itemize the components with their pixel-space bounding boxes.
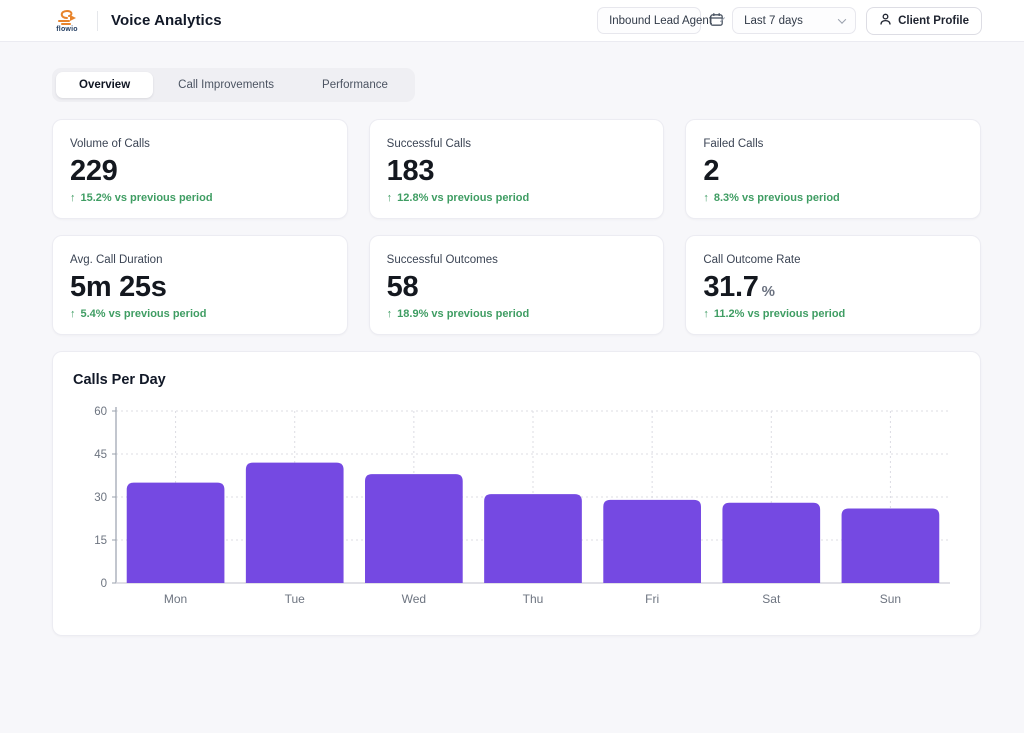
bar-Sat xyxy=(722,503,820,583)
stat-value: 58 xyxy=(387,271,647,304)
trend-up-icon: ↑ xyxy=(70,192,76,204)
top-bar: flowio Voice Analytics Inbound Lead Agen… xyxy=(0,0,1024,42)
bar-Fri xyxy=(603,500,701,583)
y-tick-label: 60 xyxy=(94,406,107,418)
tab-call-improvements[interactable]: Call Improvements xyxy=(155,72,297,98)
stat-trend: ↑15.2% vs previous period xyxy=(70,192,330,204)
calendar-button[interactable] xyxy=(701,12,732,30)
stat-label: Call Outcome Rate xyxy=(703,254,963,266)
percent-unit: % xyxy=(762,283,775,300)
calls-per-day-chart: 0 15 30 45 60 Mon Tue Wed Thu Fri Sat Sun xyxy=(69,402,964,617)
trend-up-icon: ↑ xyxy=(703,192,709,204)
page-title: Voice Analytics xyxy=(111,12,222,29)
stat-card-successful-calls: Successful Calls 183 ↑12.8% vs previous … xyxy=(369,119,665,219)
stat-value: 183 xyxy=(387,155,647,188)
stat-value: 31.7% xyxy=(703,271,963,304)
stat-value: 229 xyxy=(70,155,330,188)
date-range-value: Last 7 days xyxy=(744,15,803,27)
stat-card-call-outcome-rate: Call Outcome Rate 31.7% ↑11.2% vs previo… xyxy=(685,235,981,335)
stat-card-successful-outcomes: Successful Outcomes 58 ↑18.9% vs previou… xyxy=(369,235,665,335)
agent-select-value: Inbound Lead Agent xyxy=(609,15,712,27)
stat-label: Volume of Calls xyxy=(70,138,330,150)
client-profile-button[interactable]: Client Profile xyxy=(866,7,982,35)
stat-trend: ↑11.2% vs previous period xyxy=(703,308,963,320)
stat-value: 5m 25s xyxy=(70,271,330,304)
bar-Tue xyxy=(246,463,344,583)
stat-trend: ↑8.3% vs previous period xyxy=(703,192,963,204)
x-tick-label: Thu xyxy=(523,592,544,606)
calls-per-day-card: Calls Per Day 0 15 30 45 60 Mon Tue Wed Thu Fri Sa… xyxy=(52,351,981,636)
header-divider xyxy=(97,11,98,31)
trend-up-icon: ↑ xyxy=(703,308,709,320)
x-tick-label: Mon xyxy=(164,592,187,606)
logo-wordmark: flowio xyxy=(56,26,77,33)
person-icon xyxy=(879,13,892,29)
bar-Thu xyxy=(484,494,582,583)
stat-card-volume-of-calls: Volume of Calls 229 ↑15.2% vs previous p… xyxy=(52,119,348,219)
stat-card-avg-call-duration: Avg. Call Duration 5m 25s ↑5.4% vs previ… xyxy=(52,235,348,335)
tab-overview[interactable]: Overview xyxy=(56,72,153,98)
flowio-logo-icon xyxy=(56,9,78,27)
stat-label: Avg. Call Duration xyxy=(70,254,330,266)
x-tick-label: Sat xyxy=(762,592,781,606)
stat-trend: ↑12.8% vs previous period xyxy=(387,192,647,204)
agent-select[interactable]: Inbound Lead Agent xyxy=(597,7,701,34)
x-tick-label: Fri xyxy=(645,592,659,606)
date-range-select[interactable]: Last 7 days xyxy=(732,7,856,34)
stat-label: Failed Calls xyxy=(703,138,963,150)
y-tick-label: 0 xyxy=(101,578,107,590)
stat-trend: ↑5.4% vs previous period xyxy=(70,308,330,320)
y-tick-label: 45 xyxy=(94,449,107,461)
stats-grid: Volume of Calls 229 ↑15.2% vs previous p… xyxy=(52,119,981,335)
trend-up-icon: ↑ xyxy=(70,308,76,320)
main-content: Overview Call Improvements Performance V… xyxy=(0,42,1024,636)
stat-label: Successful Outcomes xyxy=(387,254,647,266)
app-logo: flowio xyxy=(48,9,86,33)
client-profile-label: Client Profile xyxy=(898,15,969,27)
bar-Wed xyxy=(365,474,463,583)
y-tick-label: 15 xyxy=(94,535,107,547)
x-tick-label: Sun xyxy=(880,592,901,606)
trend-up-icon: ↑ xyxy=(387,192,393,204)
stat-label: Successful Calls xyxy=(387,138,647,150)
tab-performance[interactable]: Performance xyxy=(299,72,411,98)
chevron-down-icon xyxy=(838,15,846,23)
stat-card-failed-calls: Failed Calls 2 ↑8.3% vs previous period xyxy=(685,119,981,219)
tab-bar: Overview Call Improvements Performance xyxy=(52,68,415,102)
chart-title: Calls Per Day xyxy=(73,372,964,388)
trend-up-icon: ↑ xyxy=(387,308,393,320)
stat-value: 2 xyxy=(703,155,963,188)
bar-Mon xyxy=(127,483,225,583)
x-tick-label: Tue xyxy=(285,592,306,606)
y-tick-label: 30 xyxy=(94,492,107,504)
bar-Sun xyxy=(842,508,940,583)
x-tick-label: Wed xyxy=(402,592,426,606)
stat-trend: ↑18.9% vs previous period xyxy=(387,308,647,320)
